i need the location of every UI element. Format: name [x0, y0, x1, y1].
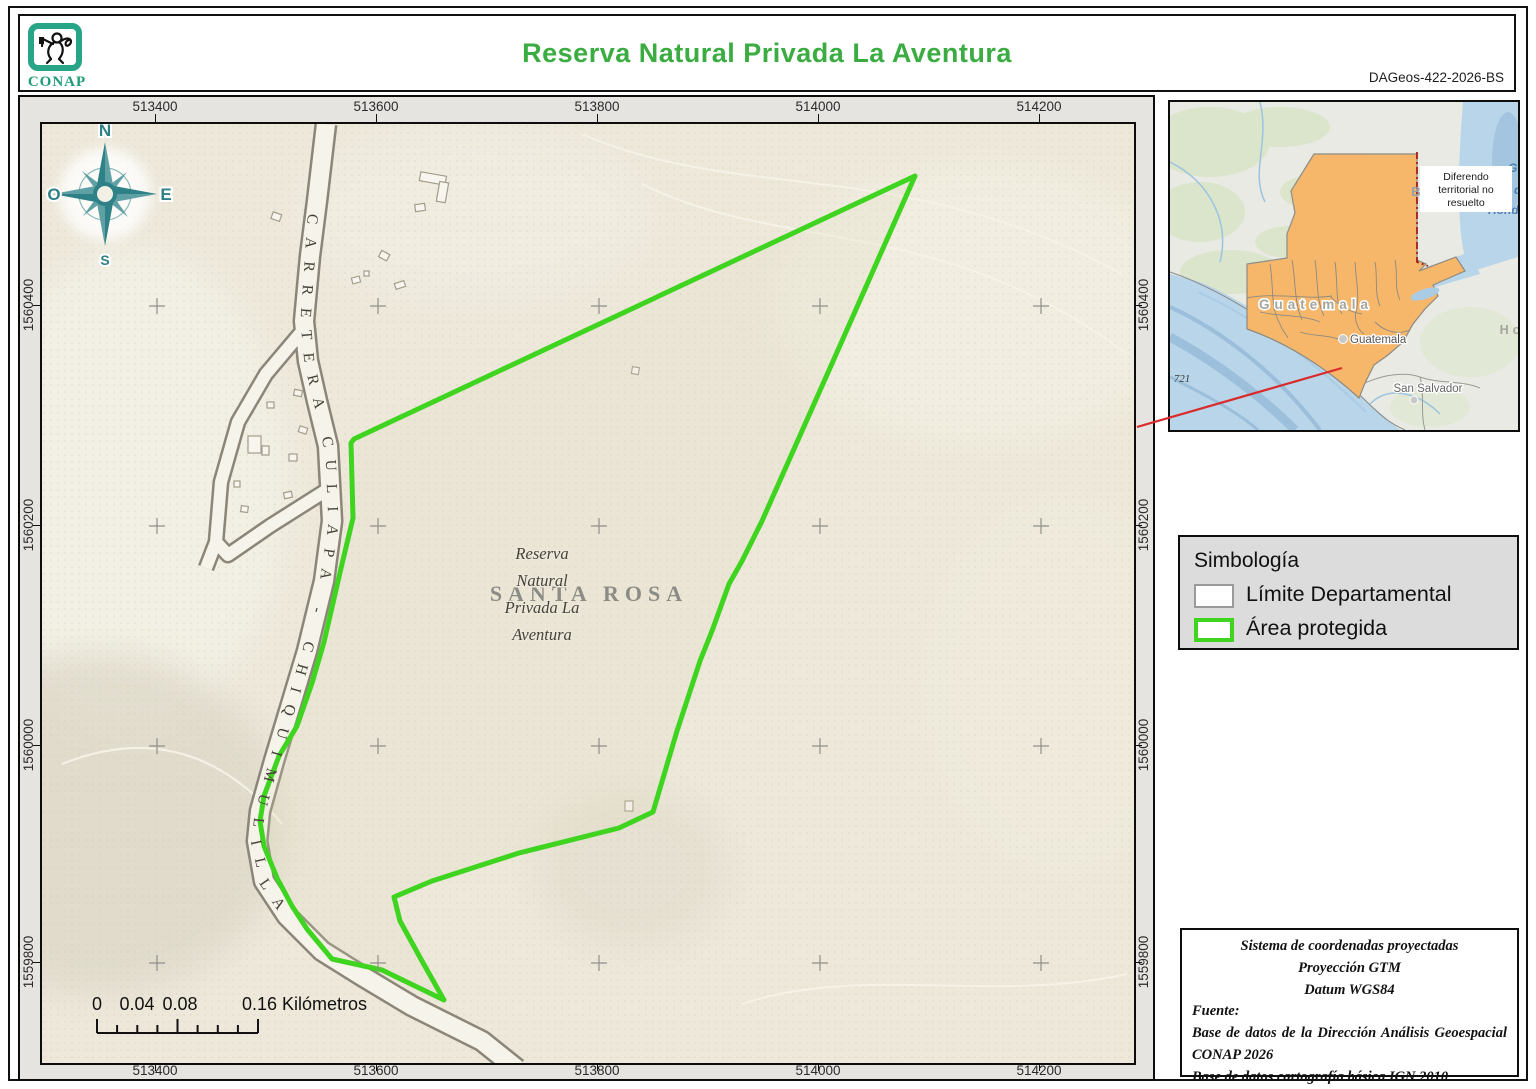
inset-map-svg: 721 B Guatemala Guatemala San Salvador H…	[1170, 102, 1518, 430]
compass-s-label: S	[100, 252, 109, 268]
axis-tick	[1039, 114, 1040, 122]
compass-e-label: E	[160, 185, 171, 204]
x-axis-label: 513800	[574, 99, 620, 114]
x-axis-label: 513400	[132, 99, 178, 114]
territorial-note-line: territorial no	[1438, 184, 1494, 196]
compass-w-label: O	[47, 185, 60, 204]
axis-tick	[597, 114, 598, 122]
x-axis-label: 514000	[795, 99, 841, 114]
scale-label-004: 0.04	[119, 994, 154, 1014]
svg-text:Aventura: Aventura	[511, 625, 572, 644]
svg-text:Reserva: Reserva	[514, 544, 568, 563]
source-info-box: Sistema de coordenadas proyectadas Proye…	[1180, 928, 1519, 1085]
department-limit-swatch	[1194, 584, 1234, 608]
axis-tick	[155, 1063, 156, 1071]
page-title: Reserva Natural Privada La Aventura	[522, 38, 1012, 68]
capital-city-label: Guatemala	[1350, 334, 1407, 346]
san-salvador-dot	[1409, 395, 1419, 405]
datum-line: Datum WGS84	[1304, 981, 1395, 998]
san-salvador-label: San Salvador	[1393, 383, 1462, 395]
scale-label-016: 0.16 Kilómetros	[242, 994, 367, 1014]
svg-text:Natural: Natural	[515, 571, 568, 590]
axis-tick	[33, 745, 41, 746]
compass-n-label: N	[99, 124, 111, 140]
belize-partial-label: B	[1411, 184, 1420, 199]
fuente-label: Fuente:	[1192, 1003, 1240, 1020]
legend-item-label: Límite Departamental	[1246, 582, 1452, 606]
axis-tick	[376, 114, 377, 122]
inset-locator-map: 721 B Guatemala Guatemala San Salvador H…	[1168, 100, 1520, 432]
protected-area-swatch	[1194, 618, 1234, 642]
scale-label-0: 0	[92, 994, 102, 1014]
country-name-label: Guatemala	[1259, 297, 1373, 312]
source-line-1: Base de datos de la Dirección Análisis G…	[1192, 1025, 1507, 1063]
axis-tick	[1134, 745, 1142, 746]
main-map-svg: SANTA ROSA Reserva Natural Privada La Av…	[42, 124, 1134, 1063]
svg-text:Privada La: Privada La	[504, 598, 580, 617]
header-bar: CONAP Reserva Natural Privada La Aventur…	[18, 14, 1516, 92]
territorial-note-line: resuelto	[1447, 197, 1485, 209]
axis-tick	[155, 114, 156, 122]
scale-label-008: 0.08	[162, 994, 197, 1014]
axis-tick	[597, 1063, 598, 1071]
conap-logo-text: CONAP	[27, 74, 87, 90]
axis-tick	[1134, 305, 1142, 306]
depth-contour-label: 721	[1174, 373, 1191, 385]
axis-tick	[1134, 962, 1142, 963]
axis-tick	[818, 114, 819, 122]
axis-tick	[376, 1063, 377, 1071]
territorial-note: Diferendo territorial no resuelto	[1420, 166, 1512, 212]
document-code: DAGeos-422-2026-BS	[1368, 70, 1504, 85]
crs-line: Sistema de coordenadas proyectadas	[1240, 938, 1459, 954]
projection-line: Proyección GTM	[1298, 959, 1401, 976]
main-map-canvas: SANTA ROSA Reserva Natural Privada La Av…	[40, 122, 1136, 1065]
capital-city-dot	[1338, 334, 1348, 344]
axis-tick	[1134, 525, 1142, 526]
axis-tick	[818, 1063, 819, 1071]
map-document-page: CONAP Reserva Natural Privada La Aventur…	[0, 0, 1536, 1089]
x-axis-label: 514200	[1016, 99, 1062, 114]
legend-box: Simbología Límite Departamental Área pro…	[1178, 535, 1519, 650]
legend-item-label: Área protegida	[1246, 616, 1388, 640]
sea-partial-d: d	[1514, 183, 1518, 197]
territorial-note-line: Diferendo	[1443, 171, 1489, 183]
source-line-2: Base de datos cartografía básica IGN 201…	[1192, 1068, 1449, 1085]
honduras-partial-label: Ho	[1500, 323, 1518, 337]
legend-title: Simbología	[1194, 549, 1300, 572]
axis-tick	[33, 962, 41, 963]
axis-tick	[33, 305, 41, 306]
x-axis-label: 513600	[353, 99, 399, 114]
axis-tick	[33, 525, 41, 526]
axis-tick	[1039, 1063, 1040, 1071]
